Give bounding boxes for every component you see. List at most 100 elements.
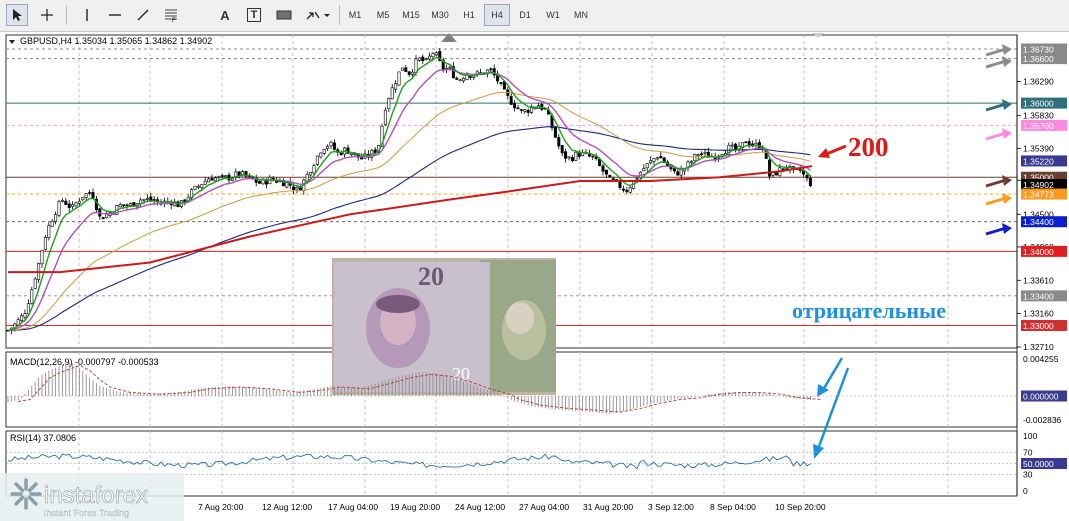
candle-body	[81, 196, 85, 201]
candle-body	[428, 55, 432, 60]
candle-body	[553, 126, 557, 138]
horizontal-line-icon[interactable]	[104, 4, 126, 26]
candle-body	[332, 142, 336, 150]
candle-body	[655, 157, 659, 160]
chart-area[interactable]: GBPUSD,H4 1.35034 1.35065 1.34862 1.3490…	[0, 31, 1069, 521]
text-icon[interactable]: A	[214, 4, 236, 26]
time-axis-label: 10 Sep 20:00	[775, 502, 826, 512]
fibonacci-icon[interactable]: F	[160, 4, 182, 26]
timeframe-m1[interactable]: M1	[342, 4, 368, 26]
price-tick-label: 1.32710	[1023, 342, 1054, 352]
price-tag-label: 1.34902	[1023, 180, 1054, 190]
arrows-icon[interactable]	[303, 4, 333, 26]
vertical-line-icon[interactable]	[76, 4, 98, 26]
candle-body	[489, 68, 493, 71]
text-label-icon[interactable]: T	[243, 4, 265, 26]
price-tick-label: 1.33160	[1023, 309, 1054, 319]
candle-body	[84, 193, 88, 198]
candle-body	[118, 204, 122, 208]
candle-body	[43, 236, 47, 250]
candle-body	[604, 169, 608, 175]
candle-body	[40, 250, 44, 265]
candle-body	[625, 189, 629, 192]
candle-body	[237, 171, 241, 176]
price-tag-label: 1.36000	[1023, 99, 1054, 109]
twenty-numeral: 20	[452, 364, 470, 384]
candle-body	[122, 204, 126, 207]
crown-shape	[376, 295, 420, 313]
candle-body	[601, 165, 605, 172]
candle-body	[285, 182, 289, 188]
candle-body	[645, 163, 649, 169]
candle-body	[142, 198, 146, 201]
candle-body	[455, 77, 459, 80]
candle-body	[628, 187, 632, 193]
candle-body	[217, 176, 221, 179]
rectangle-icon[interactable]	[273, 4, 295, 26]
candle-body	[47, 225, 51, 238]
candle-body	[434, 52, 438, 56]
price-tag-label: 1.34400	[1023, 217, 1054, 227]
candle-body	[509, 96, 513, 105]
price-tag-label: 1.33000	[1023, 321, 1054, 331]
time-axis-label: 12 Aug 12:00	[262, 502, 312, 512]
candle-body	[499, 82, 503, 84]
candle-body	[193, 185, 197, 190]
timeframe-w1[interactable]: W1	[540, 4, 566, 26]
annotation-200: 200	[848, 132, 889, 162]
candle-body	[101, 217, 105, 220]
candle-body	[220, 175, 224, 177]
candle-body	[635, 178, 639, 180]
timeframe-d1[interactable]: D1	[512, 4, 538, 26]
candle-body	[77, 200, 81, 204]
timeframe-m5[interactable]: M5	[370, 4, 396, 26]
candle-body	[516, 107, 520, 110]
crosshair-icon[interactable]	[36, 4, 58, 26]
candle-body	[591, 155, 595, 158]
timeframe-m30[interactable]: M30	[426, 4, 454, 26]
time-axis-label: 24 Aug 12:00	[455, 502, 505, 512]
candle-body	[349, 153, 353, 156]
candle-body	[577, 152, 581, 157]
timeframe-h1[interactable]: H1	[455, 4, 483, 26]
candle-body	[608, 174, 612, 178]
candle-body	[50, 220, 54, 227]
candle-body	[411, 71, 415, 75]
rsi-header: RSI(14) 37.0806	[10, 433, 76, 443]
price-chart[interactable]: GBPUSD,H4 1.35034 1.35065 1.34862 1.3490…	[0, 31, 1069, 521]
candle-body	[295, 186, 299, 190]
svg-text:F: F	[172, 18, 176, 23]
candle-body	[431, 53, 435, 58]
price-tag-label: 1.36600	[1023, 54, 1054, 64]
timeframe-mn[interactable]: MN	[568, 4, 594, 26]
toolbar-separator	[66, 5, 67, 25]
price-tick-label: 1.36290	[1023, 77, 1054, 87]
candle-body	[700, 153, 704, 156]
candle-body	[196, 185, 200, 188]
candle-body	[71, 204, 75, 207]
candle-body	[373, 149, 377, 153]
time-axis-label: 19 Aug 20:00	[390, 502, 440, 512]
cursor-icon[interactable]	[6, 4, 28, 26]
rsi-tick-label: 50.0000	[1023, 459, 1054, 469]
timeframe-m15[interactable]: M15	[398, 4, 424, 26]
macd-tick-label: -0.002836	[1023, 415, 1062, 425]
candle-body	[805, 175, 809, 179]
candle-body	[649, 160, 653, 164]
candle-body	[530, 107, 534, 113]
candle-body	[60, 199, 64, 202]
candle-body	[689, 160, 693, 163]
price-tag-label: 1.34000	[1023, 247, 1054, 257]
trendline-icon[interactable]	[132, 4, 154, 26]
candle-body	[23, 313, 27, 318]
text-label-glyph: T	[246, 8, 262, 22]
candle-body	[105, 214, 109, 219]
candle-body	[730, 144, 734, 147]
timeframe-h4[interactable]: H4	[484, 4, 510, 26]
candle-body	[808, 178, 812, 187]
toolbar: F A T M1 M5 M15 M30 H1 H4 D1 W1 MN	[0, 0, 1069, 32]
candle-body	[679, 169, 683, 176]
logo-text: instaforex	[44, 482, 148, 509]
macd-header: MACD(12,26,9) -0.000797 -0.000533	[10, 357, 159, 367]
candle-body	[400, 67, 404, 71]
